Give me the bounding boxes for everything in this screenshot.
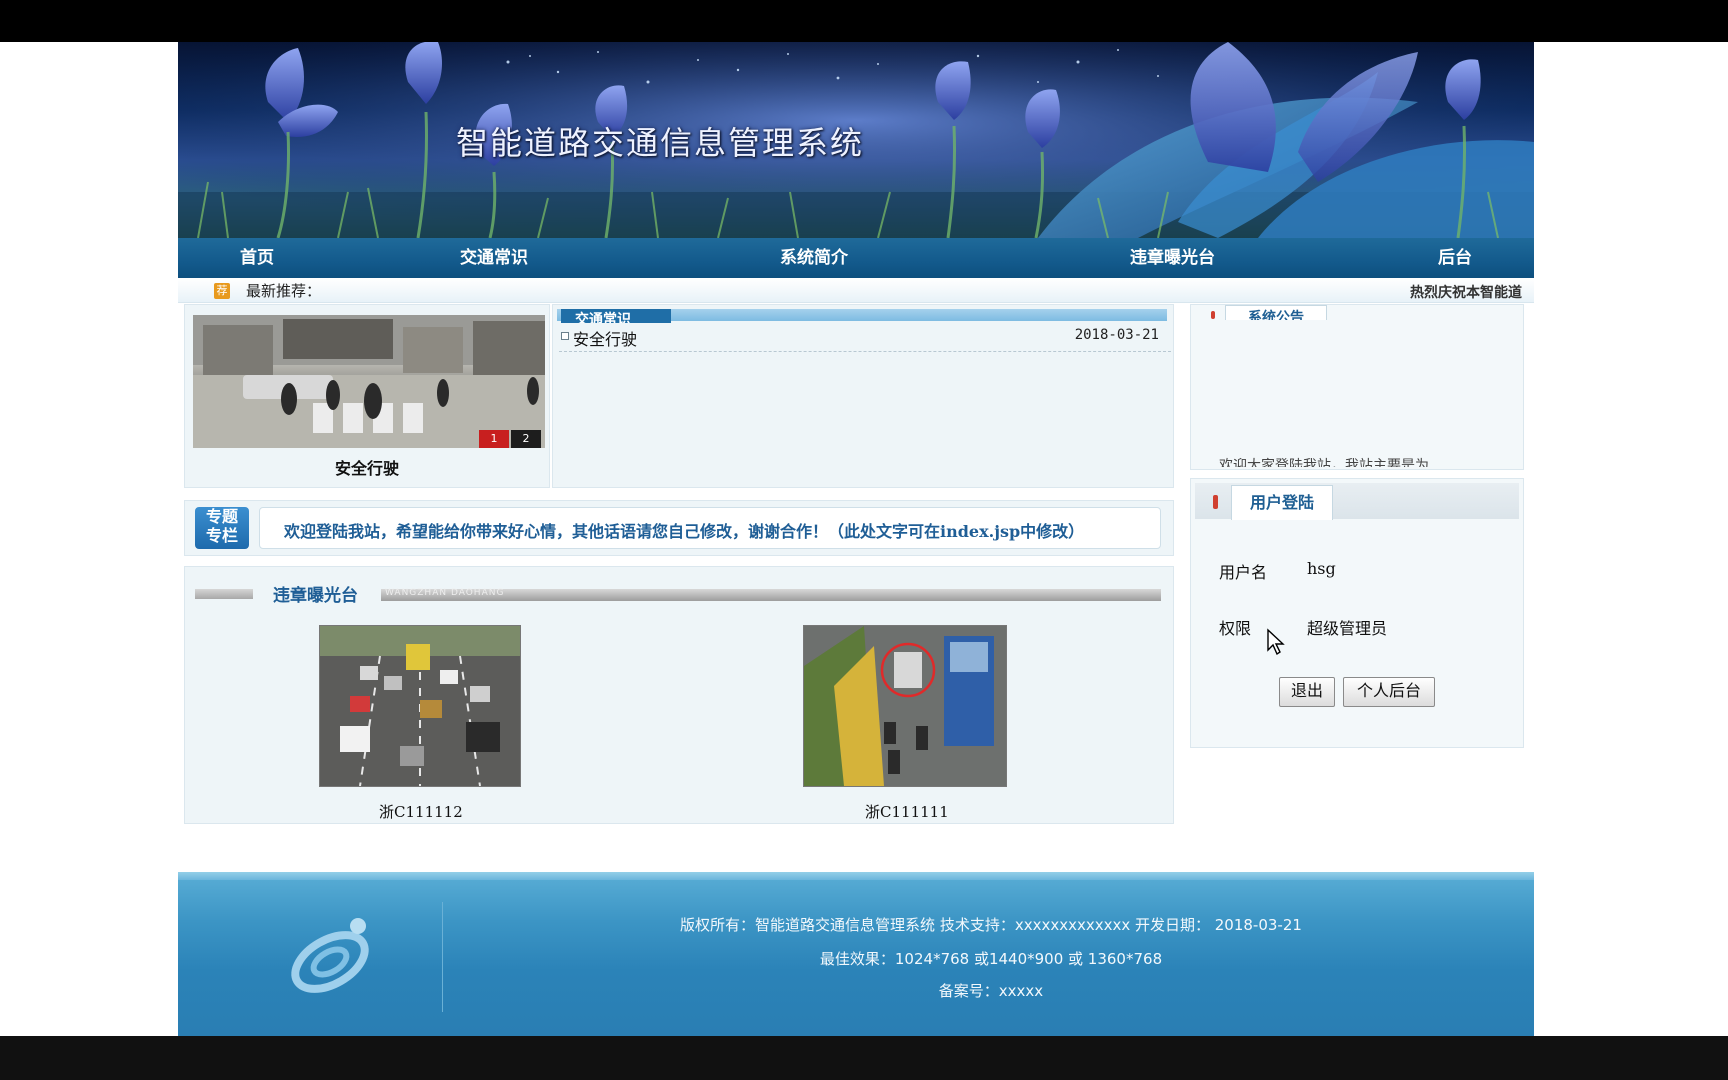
screen-bottom-letterbox bbox=[0, 1036, 1728, 1080]
traffic-photo-graphic bbox=[320, 626, 520, 786]
special-text: 欢迎登陆我站，希望能给你带来好心情，其他话语请您自己修改，谢谢合作！（此处文字可… bbox=[284, 522, 1085, 541]
violation-photo-1[interactable] bbox=[319, 625, 521, 787]
footer-copyright: 版权所有：智能道路交通信息管理系统 技术支持：xxxxxxxxxxxxx 开发日… bbox=[680, 916, 1302, 934]
notice-scroll-text: 欢迎大家登陆我站，我站主要是为 bbox=[1219, 458, 1429, 467]
slide-indicator-1[interactable]: 1 bbox=[479, 430, 509, 448]
screen-top-letterbox bbox=[0, 0, 1728, 42]
site-logo-icon bbox=[291, 918, 369, 993]
mouse-cursor-icon bbox=[1267, 628, 1285, 656]
footer: 版权所有：智能道路交通信息管理系统 技术支持：xxxxxxxxxxxxx 开发日… bbox=[178, 872, 1534, 1036]
logout-button[interactable]: 退出 bbox=[1279, 677, 1335, 707]
violation-photo-2[interactable] bbox=[803, 625, 1007, 787]
special-badge-line1: 专题 bbox=[205, 507, 238, 526]
browser-viewport: 智能道路交通信息管理系统 首页 交通常识 系统简介 违章曝光台 后台 荐 最新推… bbox=[0, 42, 1728, 1036]
role-value: 超级管理员 bbox=[1307, 619, 1388, 638]
violation-plate-2[interactable]: 浙C111111 bbox=[865, 801, 949, 822]
page-container: 智能道路交通信息管理系统 首页 交通常识 系统简介 违章曝光台 后台 荐 最新推… bbox=[178, 42, 1534, 1036]
section-bar-left bbox=[195, 589, 253, 599]
nav-home[interactable]: 首页 bbox=[240, 238, 274, 278]
pin-icon bbox=[1211, 311, 1215, 319]
section-bar-right: WANGZHAN DAOHANG bbox=[381, 588, 1161, 601]
violations-panel: 违章曝光台 WANGZHAN DAOHANG 浙C111112 浙C111111 bbox=[184, 566, 1174, 824]
nav-traffic-knowledge[interactable]: 交通常识 bbox=[460, 238, 528, 278]
notice-panel: 系统公告 欢迎大家登陆我站，我站主要是为 bbox=[1190, 304, 1524, 470]
violations-subtitle: WANGZHAN DAOHANG bbox=[385, 588, 505, 598]
login-header: 用户登陆 bbox=[1195, 483, 1519, 520]
recommend-marquee[interactable]: 热烈庆祝本智能道 bbox=[1410, 282, 1522, 302]
street-scene-graphic bbox=[193, 315, 545, 448]
pin-icon bbox=[1213, 495, 1218, 509]
news-item-date: 2018-03-21 bbox=[1074, 327, 1159, 343]
feature-image[interactable]: 1 2 bbox=[193, 315, 545, 448]
login-tab[interactable]: 用户登陆 bbox=[1231, 485, 1333, 520]
violations-title: 违章曝光台 bbox=[273, 586, 358, 606]
username-value: hsg bbox=[1307, 559, 1336, 578]
recommend-bar: 荐 最新推荐： 热烈庆祝本智能道 bbox=[178, 278, 1534, 303]
personal-admin-button[interactable]: 个人后台 bbox=[1343, 677, 1435, 707]
special-column: 专题 专栏 欢迎登陆我站，希望能给你带来好心情，其他话语请您自己修改，谢谢合作！… bbox=[184, 500, 1174, 556]
role-label: 权限 bbox=[1219, 619, 1252, 638]
main-nav: 首页 交通常识 系统简介 违章曝光台 后台 bbox=[178, 238, 1534, 278]
nav-system-intro[interactable]: 系统简介 bbox=[780, 238, 848, 278]
news-tab[interactable]: 交通常识 bbox=[561, 309, 671, 323]
special-badge: 专题 专栏 bbox=[195, 507, 249, 549]
notice-tab[interactable]: 系统公告 bbox=[1225, 305, 1327, 320]
recommend-label: 最新推荐： bbox=[246, 282, 322, 300]
nav-admin[interactable]: 后台 bbox=[1438, 238, 1472, 278]
site-title: 智能道路交通信息管理系统 bbox=[456, 124, 865, 162]
feature-caption[interactable]: 安全行驶 bbox=[185, 455, 549, 479]
footer-divider bbox=[442, 902, 443, 1012]
news-panel: 交通常识 安全行驶 2018-03-21 bbox=[552, 304, 1174, 488]
feature-slider: 1 2 安全行驶 bbox=[184, 304, 550, 488]
login-panel: 用户登陆 用户名 hsg 权限 超级管理员 退出 个人后台 bbox=[1190, 478, 1524, 748]
username-label: 用户名 bbox=[1219, 563, 1268, 582]
traffic-photo-graphic bbox=[804, 626, 1006, 786]
news-item[interactable]: 安全行驶 2018-03-21 bbox=[559, 323, 1171, 352]
special-badge-line2: 专栏 bbox=[205, 526, 238, 545]
special-text-box: 欢迎登陆我站，希望能给你带来好心情，其他话语请您自己修改，谢谢合作！（此处文字可… bbox=[259, 507, 1161, 549]
slide-indicator-2[interactable]: 2 bbox=[511, 430, 541, 448]
news-item-title[interactable]: 安全行驶 bbox=[573, 326, 637, 350]
recommend-icon: 荐 bbox=[214, 283, 230, 299]
news-bullet-icon bbox=[561, 332, 569, 340]
footer-top-strip bbox=[178, 872, 1534, 880]
footer-record-number: 备案号：xxxxx bbox=[938, 982, 1044, 1000]
header-banner: 智能道路交通信息管理系统 bbox=[178, 42, 1534, 238]
footer-resolution: 最佳效果：1024*768 或1440*900 或 1360*768 bbox=[819, 950, 1163, 968]
nav-violation-exposure[interactable]: 违章曝光台 bbox=[1130, 238, 1215, 278]
violation-plate-1[interactable]: 浙C111112 bbox=[379, 801, 463, 822]
